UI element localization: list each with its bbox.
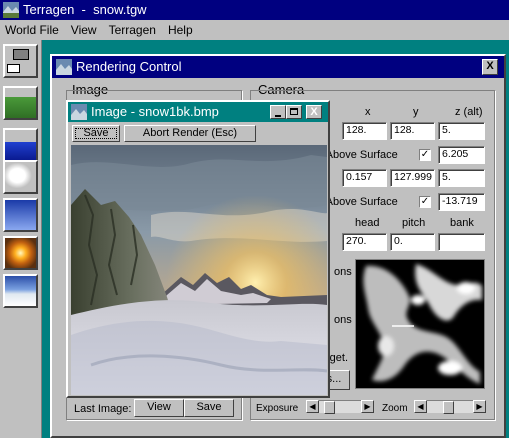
last-image-label: Last Image:	[74, 403, 132, 415]
image-window: Image - snow1bk.bmp X Save Abort Render …	[66, 100, 330, 398]
image-window-close-button[interactable]: X	[306, 105, 322, 119]
column-x-label: x	[365, 106, 371, 118]
image-save-button[interactable]: Save	[72, 125, 120, 142]
atmosphere-tool-icon[interactable]	[3, 198, 38, 232]
terragen-app-icon[interactable]	[3, 2, 19, 18]
render-tool-icon[interactable]	[3, 274, 38, 308]
camera-z-field[interactable]: 5.	[438, 122, 485, 140]
head-label: head	[355, 217, 380, 229]
abort-render-button[interactable]: Abort Render (Esc)	[124, 125, 256, 142]
app-title-bar: Terragen - snow.tgw	[0, 0, 509, 20]
menu-help[interactable]: Help	[168, 23, 193, 37]
menu-view[interactable]: View	[71, 23, 97, 37]
head-field[interactable]: 270.	[342, 233, 387, 251]
target-height-field[interactable]: -13.719	[438, 193, 485, 211]
terrain-preview-map[interactable]	[355, 259, 485, 389]
exposure-label: Exposure	[256, 403, 299, 414]
zoom-thumb[interactable]	[443, 401, 454, 414]
minimize-icon	[275, 115, 281, 117]
close-icon: X	[310, 106, 318, 118]
camera-height-checkbox[interactable]: ✓	[419, 149, 431, 161]
exposure-track[interactable]	[319, 400, 361, 414]
rendering-control-title: Rendering Control	[76, 59, 182, 74]
maximize-icon	[290, 108, 298, 115]
camera-y-field[interactable]: 128.	[390, 122, 435, 140]
bank-field[interactable]	[438, 233, 485, 251]
bank-label: bank	[450, 217, 474, 229]
tool-palette	[0, 40, 42, 438]
zoom-track[interactable]	[427, 400, 473, 414]
zoom-slider[interactable]: ◀ ▶	[414, 400, 486, 414]
water-tool-icon[interactable]	[3, 128, 38, 162]
pitch-label: pitch	[402, 217, 426, 229]
minimize-button[interactable]	[270, 105, 286, 119]
rendering-control-close-button[interactable]: X	[482, 59, 498, 75]
rendered-image	[71, 145, 327, 395]
zoom-label: Zoom	[382, 403, 408, 414]
menu-bar: World File View Terragen Help	[0, 20, 509, 40]
menu-world-file[interactable]: World File	[5, 23, 59, 37]
pitch-field[interactable]: 0.	[390, 233, 435, 251]
target-y-field[interactable]: 127.999	[390, 169, 435, 187]
terragen-window-icon	[56, 59, 72, 75]
app-title: Terragen - snow.tgw	[23, 2, 147, 17]
camera-height-field[interactable]: 6.205	[438, 146, 485, 164]
column-z-label: z (alt)	[455, 106, 483, 118]
menu-terragen[interactable]: Terragen	[109, 23, 156, 37]
options-label-1: ons	[334, 266, 352, 278]
terragen-window-icon	[71, 104, 87, 120]
target-height-checkbox[interactable]: ✓	[419, 196, 431, 208]
target-z-field[interactable]: 5.	[438, 169, 485, 187]
maximize-button[interactable]	[286, 105, 302, 119]
zoom-right-arrow-icon[interactable]: ▶	[473, 400, 486, 413]
image-window-title-bar: Image - snow1bk.bmp X	[68, 102, 328, 122]
last-image-view-button[interactable]: View	[134, 399, 184, 417]
target-x-field[interactable]: 0.157	[342, 169, 387, 187]
landscape-tool-icon[interactable]	[3, 44, 38, 78]
zoom-left-arrow-icon[interactable]: ◀	[414, 400, 427, 413]
rendering-control-title-bar: Rendering Control X	[52, 56, 504, 78]
exposure-slider[interactable]: ◀ ▶	[306, 400, 374, 414]
close-icon: X	[486, 60, 494, 72]
clouds-tool-icon[interactable]	[3, 160, 38, 194]
exposure-left-arrow-icon[interactable]: ◀	[306, 400, 319, 413]
column-y-label: y	[413, 106, 419, 118]
image-window-title: Image - snow1bk.bmp	[91, 104, 219, 119]
last-image-save-button[interactable]: Save	[184, 399, 234, 417]
exposure-thumb[interactable]	[324, 401, 335, 414]
sun-tool-icon[interactable]	[3, 236, 38, 270]
options-label-2: ons	[334, 314, 352, 326]
camera-x-field[interactable]: 128.	[342, 122, 387, 140]
exposure-right-arrow-icon[interactable]: ▶	[361, 400, 374, 413]
terrain-tool-icon[interactable]	[3, 86, 38, 120]
